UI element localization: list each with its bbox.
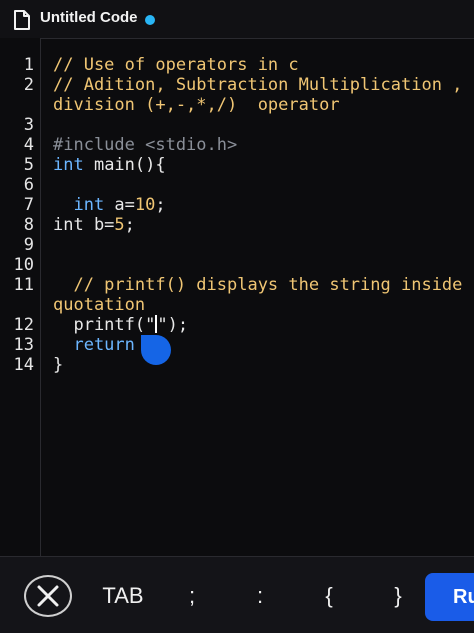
code-line[interactable]: // printf() displays the string inside	[53, 275, 462, 295]
code-line[interactable]: int b=5;	[53, 215, 135, 235]
code-line[interactable]: int a=10;	[53, 195, 166, 215]
unsaved-indicator	[145, 15, 155, 25]
code-token: // Adition, Subtraction Multiplication ,	[53, 75, 463, 95]
code-token: }	[53, 355, 64, 375]
code-token: ");	[157, 315, 189, 335]
code-token: int b=	[53, 215, 115, 235]
line-number: 3	[23, 115, 34, 135]
line-number: 10	[13, 255, 34, 275]
keyboard-accessory-bar: TAB ; : { } Ru	[0, 556, 474, 633]
code-token: // printf() displays the string inside	[53, 275, 463, 295]
code-editor[interactable]: // Use of operators in c// Adition, Subt…	[41, 38, 474, 556]
line-number: 2	[23, 75, 34, 95]
code-token: int	[53, 155, 84, 175]
code-line[interactable]: division (+,-,*,/) operator	[53, 95, 340, 115]
code-line[interactable]: quotation	[53, 295, 145, 315]
code-token: main(){	[83, 155, 166, 175]
code-line[interactable]: int main(){	[53, 155, 166, 175]
key-tab[interactable]: TAB	[98, 579, 148, 613]
line-number: 13	[13, 335, 34, 355]
code-line[interactable]: #include <stdio.h>	[53, 135, 237, 155]
line-number: 8	[23, 215, 34, 235]
line-number: 5	[23, 155, 34, 175]
code-line[interactable]: // Adition, Subtraction Multiplication ,	[53, 75, 462, 95]
close-keyboard-button[interactable]	[24, 575, 72, 617]
key-open-brace[interactable]: {	[317, 579, 341, 613]
file-title[interactable]: Untitled Code	[40, 9, 138, 26]
code-token: return	[53, 335, 135, 355]
line-number: 14	[13, 355, 34, 375]
line-number: 1	[23, 55, 34, 75]
close-icon	[37, 585, 59, 607]
key-close-brace[interactable]: }	[386, 579, 410, 613]
key-semicolon[interactable]: ;	[180, 579, 204, 613]
file-icon	[14, 10, 30, 30]
cursor-drag-handle[interactable]	[141, 335, 171, 365]
code-token: 10	[134, 195, 156, 215]
line-number: 7	[23, 195, 34, 215]
line-number: 12	[13, 315, 34, 335]
code-line[interactable]: // Use of operators in c	[53, 55, 299, 75]
code-token: ;	[124, 215, 135, 235]
run-button[interactable]: Ru	[425, 573, 474, 621]
line-number-gutter: 1 2 3 4 5 6 7 8 9 10 11 12 13 14	[0, 38, 41, 556]
code-token: printf("	[53, 315, 156, 335]
code-token: division (+,-,*,/) operator	[53, 95, 340, 115]
code-line[interactable]: }	[53, 355, 63, 375]
code-token: #include <stdio.h>	[53, 135, 238, 155]
line-number: 9	[23, 235, 34, 255]
line-number: 6	[23, 175, 34, 195]
code-token: int	[53, 195, 105, 215]
code-token: ;	[155, 195, 166, 215]
code-token: 5	[114, 215, 125, 235]
code-line[interactable]: printf(" ");	[53, 315, 188, 335]
code-token: a=	[104, 195, 135, 215]
code-token: quotation	[53, 295, 146, 315]
code-line[interactable]: return	[53, 335, 135, 355]
line-number: 11	[13, 275, 34, 295]
line-number: 4	[23, 135, 34, 155]
key-colon[interactable]: :	[248, 579, 272, 613]
editor-header: Untitled Code	[0, 0, 474, 39]
code-token: // Use of operators in c	[53, 55, 299, 75]
